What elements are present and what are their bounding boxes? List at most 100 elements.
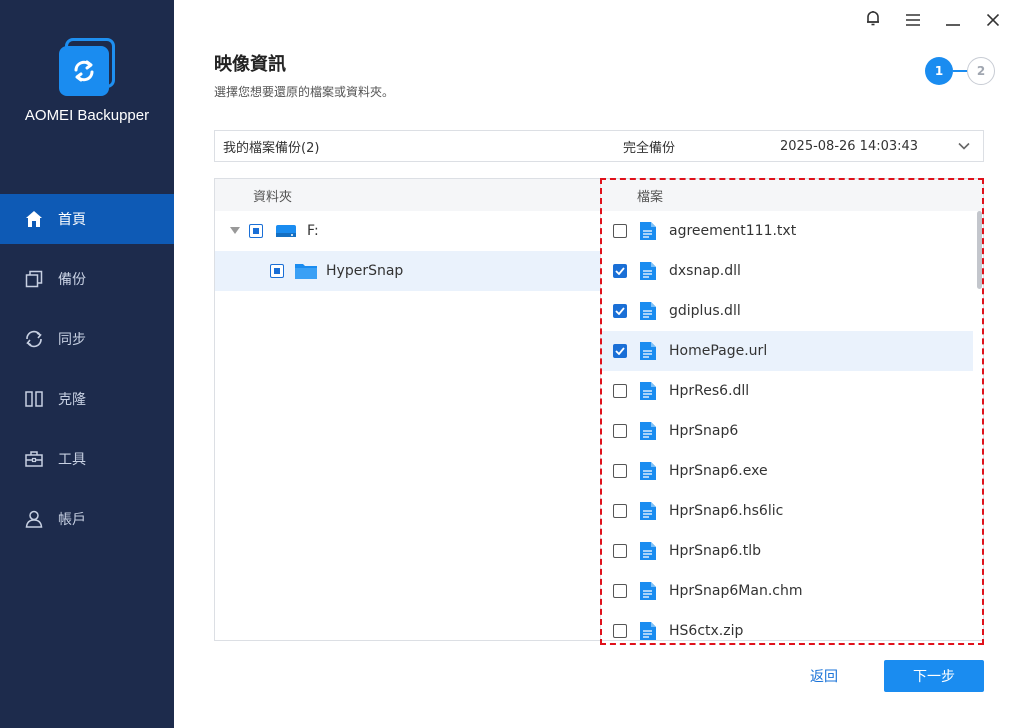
- file-row[interactable]: HprSnap6.tlb: [601, 531, 973, 571]
- file-icon: [639, 501, 657, 521]
- sync-arrows-icon: [59, 46, 109, 96]
- file-row[interactable]: HprSnap6.hs6lic: [601, 491, 973, 531]
- file-name: HprSnap6Man.chm: [669, 583, 803, 599]
- file-panel: 檔案 agreement111.txt dxsnap.dll gdiplus.dll…: [600, 178, 984, 641]
- folder-icon: [294, 261, 318, 281]
- file-icon: [639, 581, 657, 601]
- backup-icon: [24, 269, 44, 289]
- file-row[interactable]: HprRes6.dll: [601, 371, 973, 411]
- file-icon: [639, 621, 657, 640]
- clone-icon: [24, 389, 44, 409]
- sidebar-item-label: 首頁: [58, 212, 86, 228]
- backup-time: 2025-08-26 14:03:43: [780, 138, 919, 154]
- sidebar-item-home[interactable]: 首頁: [0, 194, 174, 244]
- toolbox-icon: [24, 449, 44, 469]
- sidebar-nav: 首頁 備份 同步 克隆 工具 帳戶: [0, 194, 174, 554]
- backup-selector[interactable]: 我的檔案備份(2) 完全備份 2025-08-26 14:03:43: [214, 130, 984, 162]
- file-name: HprSnap6.exe: [669, 463, 768, 479]
- sidebar-item-sync[interactable]: 同步: [0, 314, 174, 364]
- file-name: agreement111.txt: [669, 223, 797, 239]
- back-button[interactable]: 返回: [796, 660, 852, 692]
- backup-name: 我的檔案備份(2): [223, 140, 320, 156]
- sidebar-item-clone[interactable]: 克隆: [0, 374, 174, 424]
- file-checkbox[interactable]: [613, 504, 627, 518]
- close-button[interactable]: [973, 8, 1013, 32]
- home-icon: [24, 209, 44, 229]
- file-checkbox[interactable]: [613, 384, 627, 398]
- file-row[interactable]: HprSnap6: [601, 411, 973, 451]
- window-controls: [853, 8, 1013, 32]
- file-icon: [639, 381, 657, 401]
- file-checkbox[interactable]: [613, 224, 627, 238]
- file-row[interactable]: gdiplus.dll: [601, 291, 973, 331]
- drive-checkbox[interactable]: [249, 224, 263, 238]
- file-icon: [639, 301, 657, 321]
- sidebar-item-backup[interactable]: 備份: [0, 254, 174, 304]
- chevron-down-icon: [957, 139, 971, 157]
- page-title: 映像資訊: [214, 54, 286, 75]
- next-button[interactable]: 下一步: [884, 660, 984, 692]
- file-icon: [639, 461, 657, 481]
- notification-button[interactable]: [853, 8, 893, 32]
- file-icon: [639, 541, 657, 561]
- user-icon: [24, 509, 44, 529]
- file-list: agreement111.txt dxsnap.dll gdiplus.dll Hom…: [601, 211, 973, 640]
- file-row[interactable]: HS6ctx.zip: [601, 611, 973, 640]
- file-icon: [639, 221, 657, 241]
- folder-panel: 資料夾 F: HyperSnap: [214, 178, 601, 641]
- step-connector: [953, 70, 967, 72]
- file-name: HprRes6.dll: [669, 383, 750, 399]
- close-icon: [986, 11, 1000, 30]
- file-checkbox[interactable]: [613, 264, 627, 278]
- tree-item-label: F:: [307, 223, 319, 239]
- file-name: HprSnap6.hs6lic: [669, 503, 784, 519]
- file-checkbox[interactable]: [613, 424, 627, 438]
- tree-row-folder[interactable]: HyperSnap: [215, 251, 601, 291]
- file-row[interactable]: HprSnap6Man.chm: [601, 571, 973, 611]
- file-row[interactable]: HomePage.url: [601, 331, 973, 371]
- sidebar-item-label: 同步: [58, 332, 86, 348]
- sync-icon: [24, 329, 44, 349]
- minimize-icon: [946, 11, 960, 30]
- file-name: HprSnap6.tlb: [669, 543, 762, 559]
- step-1: 1: [925, 57, 953, 85]
- expand-triangle-icon[interactable]: [229, 225, 241, 237]
- sidebar-item-account[interactable]: 帳戶: [0, 494, 174, 544]
- minimize-button[interactable]: [933, 8, 973, 32]
- file-name: dxsnap.dll: [669, 263, 741, 279]
- app-name: AOMEI Backupper: [24, 107, 150, 124]
- file-row[interactable]: agreement111.txt: [601, 211, 973, 251]
- file-checkbox[interactable]: [613, 624, 627, 638]
- sidebar: AOMEI Backupper 首頁 備份 同步 克隆 工具 帳戶: [0, 0, 174, 728]
- page-subtitle: 選擇您想要還原的檔案或資料夾。: [214, 85, 395, 99]
- file-name: HprSnap6: [669, 423, 739, 439]
- file-checkbox[interactable]: [613, 584, 627, 598]
- menu-icon: [906, 11, 920, 30]
- menu-button[interactable]: [893, 8, 933, 32]
- file-checkbox[interactable]: [613, 544, 627, 558]
- file-checkbox[interactable]: [613, 304, 627, 318]
- sidebar-item-tools[interactable]: 工具: [0, 434, 174, 484]
- folder-checkbox[interactable]: [270, 264, 284, 278]
- file-row[interactable]: HprSnap6.exe: [601, 451, 973, 491]
- drive-icon: [275, 222, 297, 240]
- sidebar-item-label: 工具: [58, 452, 86, 468]
- sidebar-item-label: 克隆: [58, 392, 86, 408]
- file-name: HomePage.url: [669, 343, 768, 359]
- file-checkbox[interactable]: [613, 464, 627, 478]
- scrollbar-thumb[interactable]: [977, 211, 982, 289]
- file-checkbox[interactable]: [613, 344, 627, 358]
- backup-type: 完全備份: [623, 140, 676, 156]
- folder-panel-header: 資料夾: [215, 179, 601, 211]
- file-row[interactable]: dxsnap.dll: [601, 251, 973, 291]
- file-icon: [639, 341, 657, 361]
- tree-item-label: HyperSnap: [326, 263, 404, 279]
- file-panel-header: 檔案: [601, 179, 983, 211]
- sidebar-item-label: 帳戶: [58, 512, 86, 528]
- bell-icon: [865, 10, 881, 30]
- file-icon: [639, 261, 657, 281]
- file-name: gdiplus.dll: [669, 303, 741, 319]
- file-name: HS6ctx.zip: [669, 623, 744, 639]
- tree-row-drive[interactable]: F:: [215, 211, 601, 251]
- file-icon: [639, 421, 657, 441]
